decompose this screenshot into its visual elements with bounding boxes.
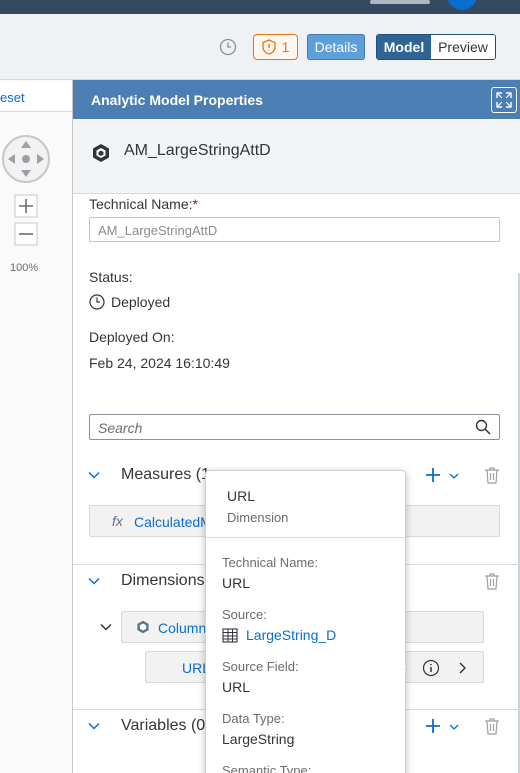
search-icon[interactable]: [475, 419, 491, 435]
add-variable-icon[interactable]: [425, 718, 441, 734]
panel-title: Analytic Model Properties: [91, 92, 263, 108]
reset-link[interactable]: eset: [0, 82, 72, 112]
variables-section-title: Variables (0): [121, 717, 211, 734]
data-type-label: Data Type:: [222, 711, 285, 726]
measure-name: CalculatedM: [134, 514, 212, 530]
model-name: AM_LargeStringAttD: [124, 142, 271, 159]
technical-name-label: Technical Name:*: [89, 196, 198, 212]
formula-icon: fx: [112, 513, 123, 529]
data-type-value: LargeString: [222, 731, 295, 747]
view-mode-toggle: Model Preview: [376, 34, 496, 60]
chevron-down-icon[interactable]: [87, 574, 101, 588]
cube-icon: [93, 144, 109, 162]
delete-icon[interactable]: [484, 466, 500, 484]
measures-section-title: Measures (1: [121, 466, 210, 483]
user-avatar[interactable]: [447, 0, 477, 10]
dimensions-section-title: Dimensions: [121, 572, 205, 589]
info-icon[interactable]: [422, 659, 440, 677]
clock-icon[interactable]: [219, 38, 237, 56]
source-field-label: Source Field:: [222, 659, 299, 674]
attribute-info-popover: URL Dimension Technical Name: URL Source…: [205, 470, 406, 773]
model-header: AM_LargeStringAttD: [73, 119, 520, 194]
shell-bar: [0, 0, 520, 14]
shell-title-fragment: [370, 0, 430, 4]
chevron-down-icon[interactable]: [448, 721, 460, 733]
deployed-on-label: Deployed On:: [89, 329, 175, 345]
chevron-right-icon[interactable]: [456, 661, 468, 675]
status-value: Deployed: [89, 294, 170, 310]
shield-warning-icon: [261, 39, 276, 55]
chevron-down-icon[interactable]: [99, 620, 113, 634]
technical-name-value: URL: [222, 575, 251, 591]
preview-tab[interactable]: Preview: [431, 35, 495, 59]
chevron-down-icon[interactable]: [87, 719, 101, 733]
zoom-level: 100%: [10, 262, 39, 274]
source-value[interactable]: LargeString_D: [222, 627, 336, 643]
required-marker: *: [192, 196, 198, 212]
diagram-canvas[interactable]: [0, 80, 72, 773]
zoom-in-icon[interactable]: [14, 194, 38, 218]
pan-arrows-icon: [8, 141, 44, 177]
technical-name-label: Technical Name:: [222, 555, 319, 570]
cube-icon: [137, 620, 149, 634]
status-label: Status:: [89, 269, 133, 285]
source-field-value: URL: [222, 679, 251, 695]
popover-subtitle: Dimension: [227, 510, 289, 525]
semantic-type-label: Semantic Type:: [222, 763, 312, 773]
model-tab[interactable]: Model: [377, 35, 431, 59]
search-input[interactable]: Search: [89, 414, 500, 440]
popover-arrow: [399, 660, 406, 674]
source-label: Source:: [222, 607, 267, 622]
details-button[interactable]: Details: [307, 34, 365, 60]
popover-title: URL: [227, 488, 256, 504]
zoom-out-icon[interactable]: [14, 222, 38, 246]
chevron-down-icon[interactable]: [87, 468, 101, 482]
editor-toolbar: 1 Details Model Preview: [0, 14, 520, 80]
add-measure-icon[interactable]: [425, 467, 441, 483]
delete-icon[interactable]: [484, 717, 500, 735]
deployed-clock-icon: [89, 294, 105, 310]
table-icon: [222, 627, 238, 643]
technical-name-field[interactable]: AM_LargeStringAttD: [89, 217, 500, 242]
chevron-down-icon[interactable]: [448, 470, 460, 482]
validation-warnings-button[interactable]: 1: [253, 34, 298, 60]
fullscreen-icon: [496, 92, 512, 108]
dimension-name: Column: [158, 620, 207, 636]
pan-navigation-control[interactable]: [2, 135, 50, 183]
popover-header: URL Dimension: [206, 471, 405, 538]
panel-header: Analytic Model Properties: [73, 80, 520, 119]
warning-count: 1: [281, 39, 290, 55]
delete-icon[interactable]: [484, 572, 500, 590]
deployed-on-value: Feb 24, 2024 16:10:49: [89, 355, 230, 371]
expand-button[interactable]: [491, 87, 517, 113]
